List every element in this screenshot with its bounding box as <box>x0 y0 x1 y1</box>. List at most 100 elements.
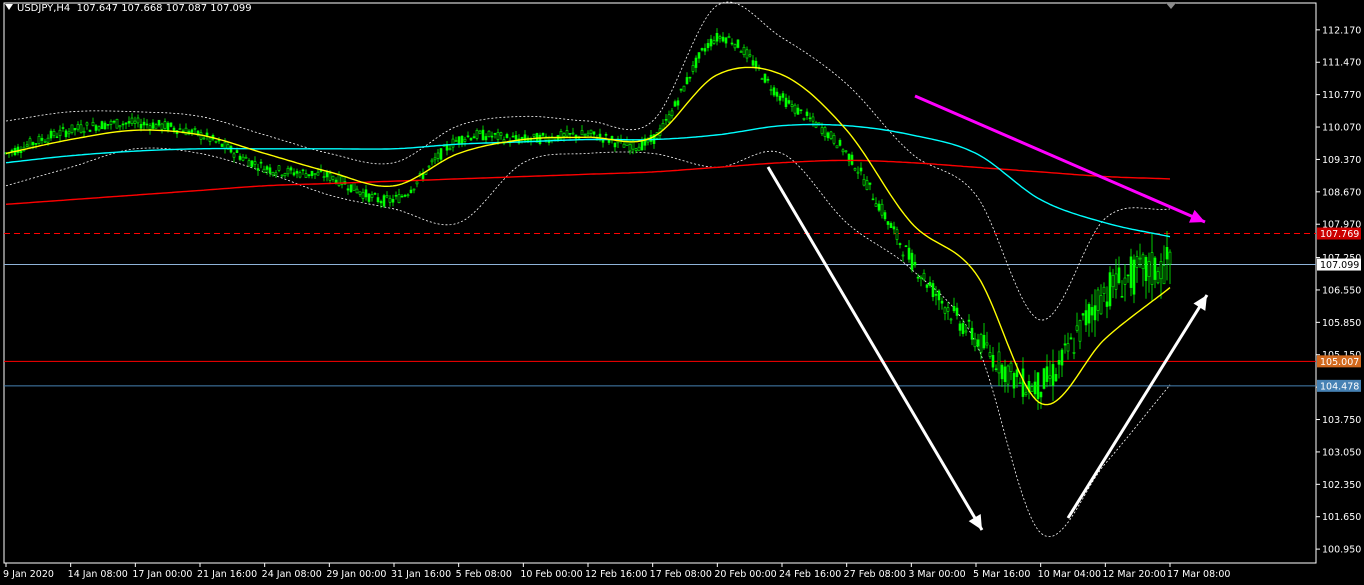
candle-body <box>1093 305 1097 321</box>
candle-body <box>769 89 773 91</box>
candle-body <box>724 37 728 44</box>
candle-body <box>586 132 590 136</box>
candle-body <box>157 119 161 126</box>
candle-body <box>433 157 437 161</box>
candle-body <box>457 136 461 144</box>
candle-body <box>793 104 797 114</box>
candle-body <box>940 300 944 304</box>
candle-body <box>1018 382 1022 385</box>
time-tick-label: 5 Feb 08:00 <box>456 569 512 580</box>
candle-body <box>214 140 218 143</box>
candle-body <box>1105 301 1109 307</box>
candle-body <box>427 165 431 168</box>
price-chart[interactable]: 112.170 111.470 110.770 110.070 109.370 108.6… <box>0 0 1364 585</box>
candle-body <box>460 135 464 144</box>
candle-body <box>781 93 785 98</box>
candle-body <box>160 123 164 130</box>
candle-body <box>430 159 434 163</box>
candle-body <box>133 120 137 124</box>
candle-body <box>403 194 407 197</box>
candle-body <box>955 307 959 316</box>
time-tick-label: 12 Feb 16:00 <box>585 569 647 580</box>
candle-body <box>694 57 698 68</box>
time-tick-label: 31 Jan 16:00 <box>391 569 451 580</box>
candle-body <box>922 272 926 280</box>
candle-body <box>79 124 83 133</box>
candle-body <box>280 174 284 177</box>
candle-body <box>1114 273 1118 290</box>
candle-body <box>253 161 257 165</box>
candle-body <box>715 32 719 42</box>
candle-body <box>844 150 848 153</box>
candle-body <box>394 194 398 197</box>
candle-body <box>949 318 953 321</box>
ohlc-readout: 107.647 107.668 107.087 107.099 <box>76 3 252 14</box>
chart-window[interactable]: 112.170 111.470 110.770 110.070 109.370 108.6… <box>0 0 1364 585</box>
time-tick-label: 17 Feb 08:00 <box>650 569 712 580</box>
candle-body <box>592 131 596 135</box>
candle-body <box>931 283 935 298</box>
candle-body <box>1000 364 1004 380</box>
candle-body <box>193 127 197 130</box>
candle-body <box>532 133 536 137</box>
candle-body <box>952 306 956 312</box>
candle-body <box>1168 251 1172 265</box>
candle-body <box>1147 261 1151 277</box>
candle-body <box>1153 257 1157 280</box>
candle-body <box>85 122 89 126</box>
time-tick-label: 20 Feb 00:00 <box>714 569 776 580</box>
candle-body <box>613 142 617 148</box>
candle-body <box>1051 364 1055 386</box>
candle-body <box>472 136 476 139</box>
candle-body <box>238 155 242 160</box>
candle-body <box>973 338 977 348</box>
candle-body <box>268 167 272 174</box>
candle-body <box>379 201 383 204</box>
candle-body <box>331 175 335 180</box>
candle-body <box>493 133 497 135</box>
candle-body <box>946 307 950 312</box>
candle-body <box>235 150 239 153</box>
candle-body <box>298 172 302 178</box>
candle-body <box>811 116 815 122</box>
candle-body <box>604 134 608 136</box>
candle-body <box>1015 369 1019 378</box>
candle-body <box>139 123 143 129</box>
candle-body <box>1033 381 1037 395</box>
candle-body <box>997 351 1001 374</box>
candle-body <box>91 121 95 126</box>
price-tick-label: 108.670 <box>1322 187 1361 198</box>
candle-body <box>880 203 884 216</box>
candle-body <box>61 127 65 129</box>
candle-body <box>901 254 905 257</box>
candle-body <box>496 131 500 140</box>
trend-arrow-magenta <box>914 94 1206 224</box>
candle-body <box>871 198 875 201</box>
candle-body <box>541 132 545 136</box>
price-tick-label: 110.070 <box>1322 123 1361 134</box>
candle-body <box>697 52 701 59</box>
candle-body <box>778 95 782 101</box>
candle-body <box>796 107 800 115</box>
candle-body <box>802 117 806 120</box>
time-tick-label: 10 Feb 00:00 <box>520 569 582 580</box>
candle-body <box>52 131 56 137</box>
candle-body <box>172 127 176 131</box>
candle-body <box>1096 289 1100 311</box>
candle-body <box>1123 277 1127 285</box>
candle-body <box>1009 362 1013 373</box>
candle-body <box>1042 368 1046 389</box>
candle-body <box>487 130 491 137</box>
chart-menu-triangle-icon[interactable] <box>5 4 13 10</box>
candle-body <box>895 229 899 240</box>
candle-body <box>799 109 803 111</box>
candle-body <box>742 46 746 56</box>
candle-body <box>766 78 770 81</box>
candle-body <box>976 339 980 347</box>
candle-body <box>397 194 401 203</box>
candle-body <box>292 172 296 176</box>
candle-body <box>808 117 812 120</box>
candle-body <box>664 118 668 121</box>
candle-body <box>856 171 860 174</box>
candle-body <box>16 146 20 153</box>
